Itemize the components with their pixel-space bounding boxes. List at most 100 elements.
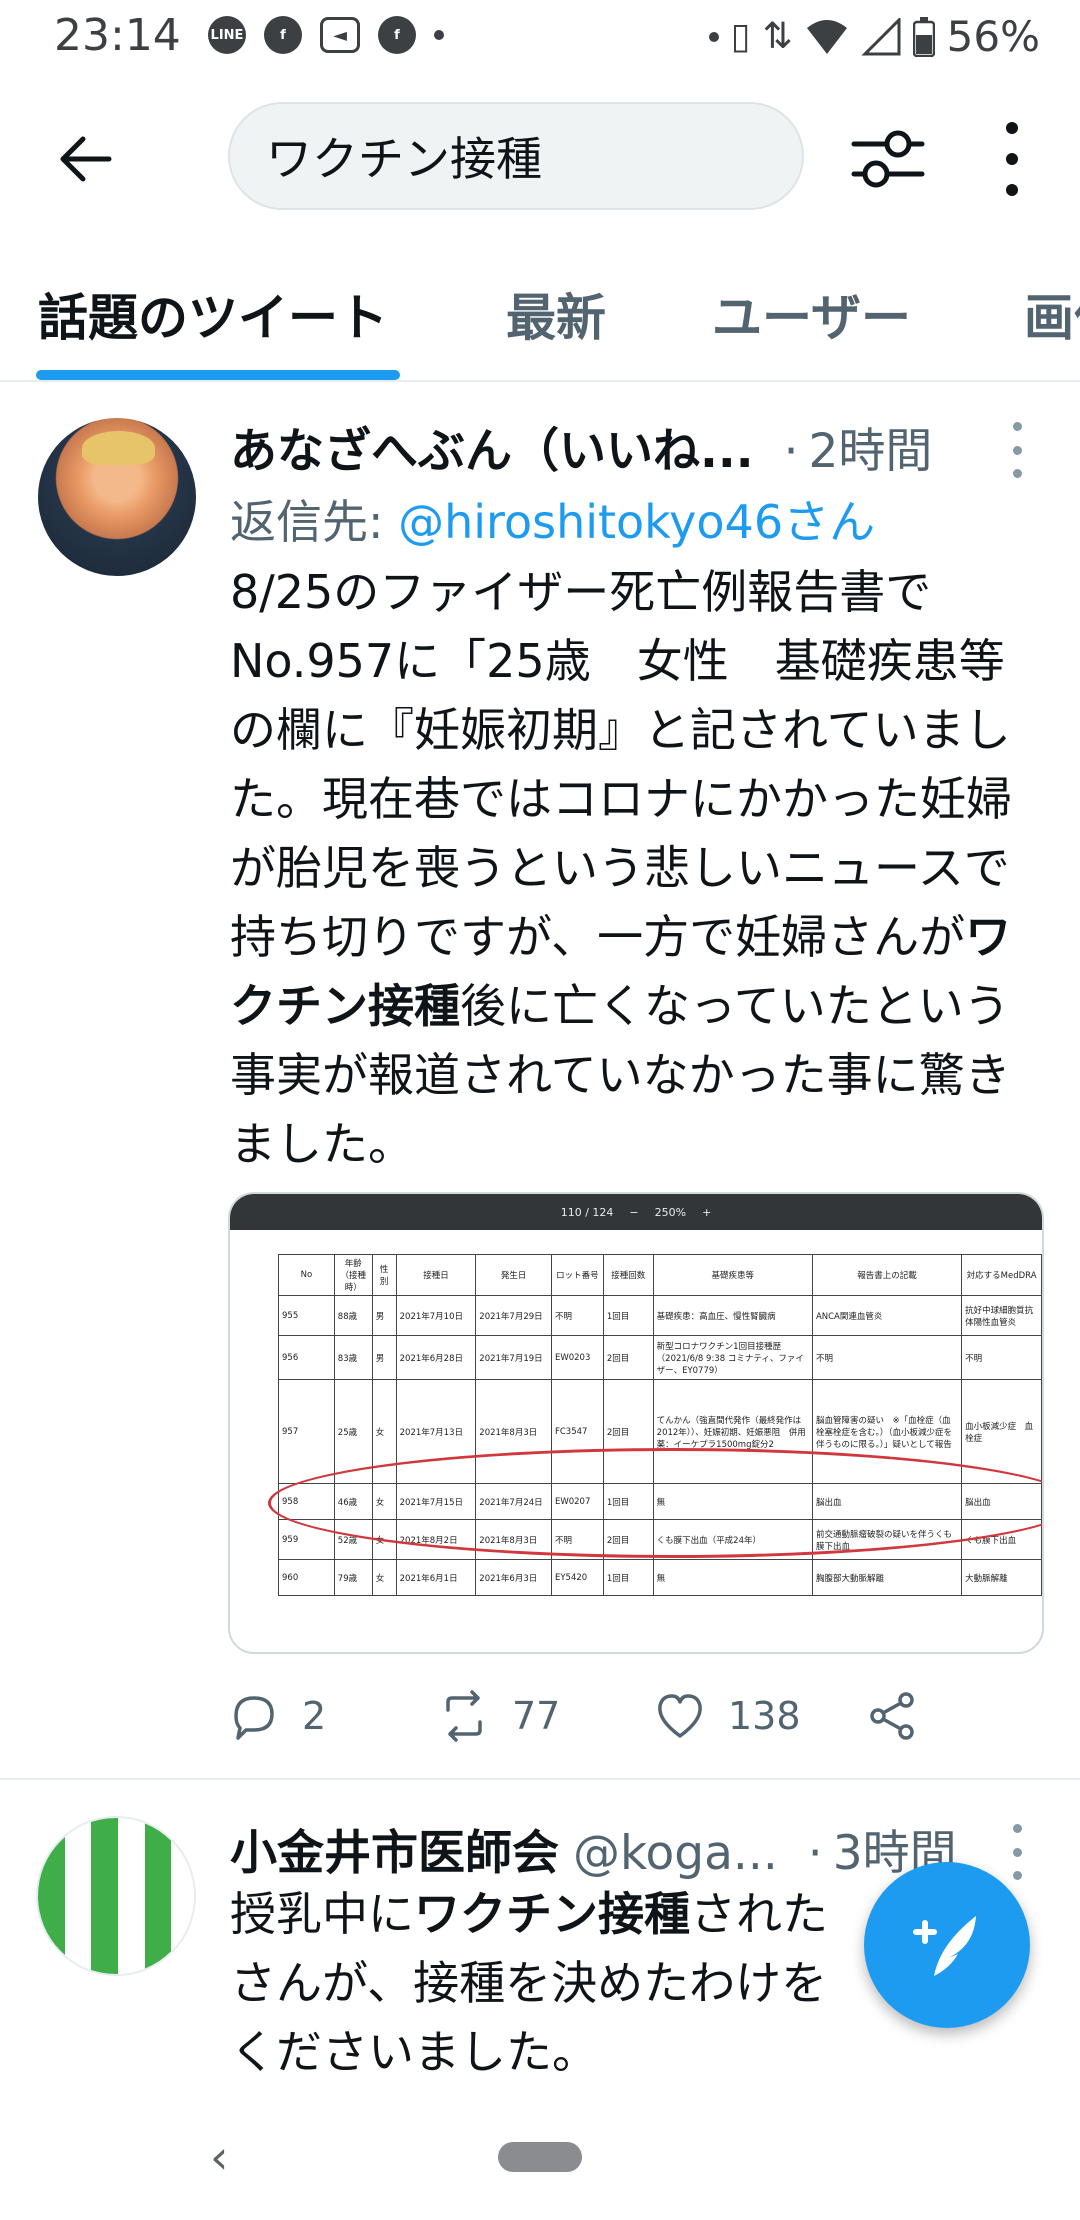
author-name[interactable]: あなざへぶん（いいね... bbox=[230, 412, 754, 481]
share-icon bbox=[870, 1692, 914, 1740]
pdf-zoom-in-icon: + bbox=[702, 1205, 712, 1219]
table-cell: 女 bbox=[371, 1379, 397, 1484]
avatar-checker-logo bbox=[38, 1818, 194, 1974]
table-cell: 女 bbox=[371, 1559, 397, 1596]
facebook-icon: f bbox=[378, 16, 416, 54]
search-input[interactable]: ワクチン接種 bbox=[228, 102, 804, 210]
table-cell: 2021年7月29日 bbox=[475, 1295, 552, 1336]
reply-count: 2 bbox=[302, 1694, 327, 1738]
table-row: 955 88歳 男 2021年7月10日 2021年7月29日 不明 1回目 基… bbox=[278, 1295, 1042, 1336]
tweet-more-button[interactable] bbox=[1010, 422, 1024, 478]
col-header: ロット番号 bbox=[550, 1254, 604, 1296]
tab-latest[interactable]: 最新 bbox=[506, 278, 606, 350]
more-vertical-icon-dot bbox=[1006, 153, 1018, 165]
tweet-text-part: 8/25のファイザー死亡例報告書でNo.957に「25歳 女性 基礎疾患等の欄に… bbox=[230, 565, 1012, 964]
table-cell: くも膜下出血（平成24年） bbox=[652, 1519, 813, 1560]
more-vertical-icon-dot bbox=[1006, 122, 1018, 134]
avatar-photo bbox=[38, 418, 196, 576]
table-cell: 88歳 bbox=[333, 1295, 373, 1336]
table-cell: 960 bbox=[278, 1559, 335, 1596]
search-filter-button[interactable] bbox=[848, 124, 928, 194]
highlighted-keyword: ワクチン接種 bbox=[414, 1887, 690, 1941]
table-cell: 2021年6月1日 bbox=[395, 1559, 477, 1596]
reply-handle-link[interactable]: @hiroshitokyo46さん bbox=[398, 495, 875, 549]
retweet-button[interactable]: 77 bbox=[438, 1690, 560, 1742]
like-button[interactable]: 138 bbox=[654, 1690, 801, 1742]
table-cell: 男 bbox=[371, 1295, 397, 1336]
col-header: 年齢（接種時） bbox=[333, 1254, 373, 1296]
search-tabs: 話題のツイート 最新 ユーザー 画像 bbox=[0, 250, 1080, 382]
table-cell: 2021年6月3日 bbox=[475, 1559, 552, 1596]
col-header: 報告書上の記載 bbox=[811, 1254, 963, 1296]
col-header: 接種回数 bbox=[602, 1254, 654, 1296]
table-cell: 79歳 bbox=[333, 1559, 373, 1596]
table-cell: EW0207 bbox=[550, 1483, 604, 1520]
battery-percent: 56% bbox=[946, 12, 1040, 61]
notification-icons: LINE f ◄ f bbox=[208, 16, 444, 54]
table-cell: 女 bbox=[371, 1519, 397, 1560]
dot-icon bbox=[708, 31, 719, 42]
home-gesture-pill[interactable] bbox=[498, 2142, 582, 2172]
avatar[interactable] bbox=[38, 418, 196, 576]
table-cell: くも膜下出血 bbox=[961, 1519, 1042, 1560]
tweet-media-image[interactable]: 110 / 124 − 250% + No 年齢（接種時） 性別 接種日 発生日… bbox=[228, 1192, 1044, 1654]
table-cell: 25歳 bbox=[333, 1379, 373, 1484]
signal-icon bbox=[861, 17, 901, 55]
tweet-text-part: さんが、接種を決めたわけを bbox=[230, 1956, 828, 2010]
table-cell: 2021年6月28日 bbox=[395, 1335, 477, 1380]
avatar[interactable] bbox=[36, 1816, 196, 1976]
table-cell: 女 bbox=[371, 1483, 397, 1520]
nav-back-button[interactable]: ‹ bbox=[210, 2130, 228, 2184]
table-cell: 2021年7月13日 bbox=[395, 1379, 477, 1484]
author-handle[interactable]: @koga... bbox=[573, 1826, 778, 1881]
tab-people[interactable]: ユーザー bbox=[712, 278, 911, 350]
share-button[interactable] bbox=[866, 1690, 918, 1742]
col-header: 対応するMedDRA bbox=[961, 1254, 1042, 1296]
table-cell: 1回目 bbox=[602, 1295, 654, 1336]
system-icons: ▯ ⇅ 56% bbox=[708, 12, 1040, 61]
retweet-count: 77 bbox=[512, 1694, 561, 1738]
caret-dot bbox=[1012, 1847, 1022, 1857]
table-row: 958 46歳 女 2021年7月15日 2021年7月24日 EW0207 1… bbox=[278, 1483, 1042, 1520]
pdf-zoom-level: 250% bbox=[654, 1205, 687, 1219]
table-cell: 2021年8月3日 bbox=[475, 1379, 552, 1484]
caret-dot bbox=[1012, 422, 1022, 431]
table-cell: FC3547 bbox=[550, 1379, 604, 1484]
line-icon: LINE bbox=[208, 16, 246, 54]
tab-photos[interactable]: 画像 bbox=[1024, 278, 1080, 350]
reply-icon bbox=[234, 1696, 274, 1740]
compose-icon bbox=[913, 1916, 976, 1976]
tab-top[interactable]: 話題のツイート bbox=[38, 278, 388, 350]
tweet-text: 8/25のファイザー死亡例報告書でNo.957に「25歳 女性 基礎疾患等の欄に… bbox=[230, 558, 1050, 1179]
table-cell: 958 bbox=[278, 1483, 335, 1520]
col-header: 性別 bbox=[371, 1254, 397, 1296]
vibrate-icon: ▯ bbox=[730, 16, 751, 57]
tweet-text-part: された bbox=[690, 1887, 828, 1941]
like-count: 138 bbox=[728, 1694, 801, 1738]
table-cell: 955 bbox=[278, 1295, 335, 1336]
compose-tweet-button[interactable] bbox=[864, 1862, 1030, 2028]
table-cell: 胸腹部大動脈解離 bbox=[811, 1559, 963, 1596]
col-header: 発生日 bbox=[475, 1254, 552, 1296]
more-options-button[interactable] bbox=[982, 122, 1042, 196]
tweet-more-button[interactable] bbox=[1010, 1824, 1024, 1880]
like-icon bbox=[658, 1694, 702, 1738]
table-cell: 基礎疾患：高血圧、慢性腎臓病 bbox=[652, 1295, 813, 1336]
table-cell: ANCA関連血管炎 bbox=[811, 1295, 963, 1336]
table-cell: 83歳 bbox=[333, 1335, 373, 1380]
table-cell: 抗好中球細胞質抗体陽性血管炎 bbox=[961, 1295, 1042, 1336]
col-header: 接種日 bbox=[395, 1254, 477, 1296]
table-cell: 1回目 bbox=[602, 1483, 654, 1520]
tweet-time[interactable]: 2時間 bbox=[809, 412, 933, 481]
back-button[interactable] bbox=[50, 124, 120, 194]
system-navigation-bar: ‹ bbox=[0, 2090, 1080, 2220]
author-name[interactable]: 小金井市医師会 bbox=[230, 1814, 559, 1883]
table-cell: EY5420 bbox=[550, 1559, 604, 1596]
tweet-header: あなざへぶん（いいね... · 2時間 bbox=[230, 412, 932, 481]
table-cell: 2021年8月2日 bbox=[395, 1519, 477, 1560]
separator: · bbox=[807, 1826, 823, 1881]
table-cell: 不明 bbox=[961, 1335, 1042, 1380]
col-header: No bbox=[278, 1254, 335, 1296]
reply-button[interactable]: 2 bbox=[228, 1690, 326, 1742]
caret-dot bbox=[1012, 1824, 1022, 1833]
